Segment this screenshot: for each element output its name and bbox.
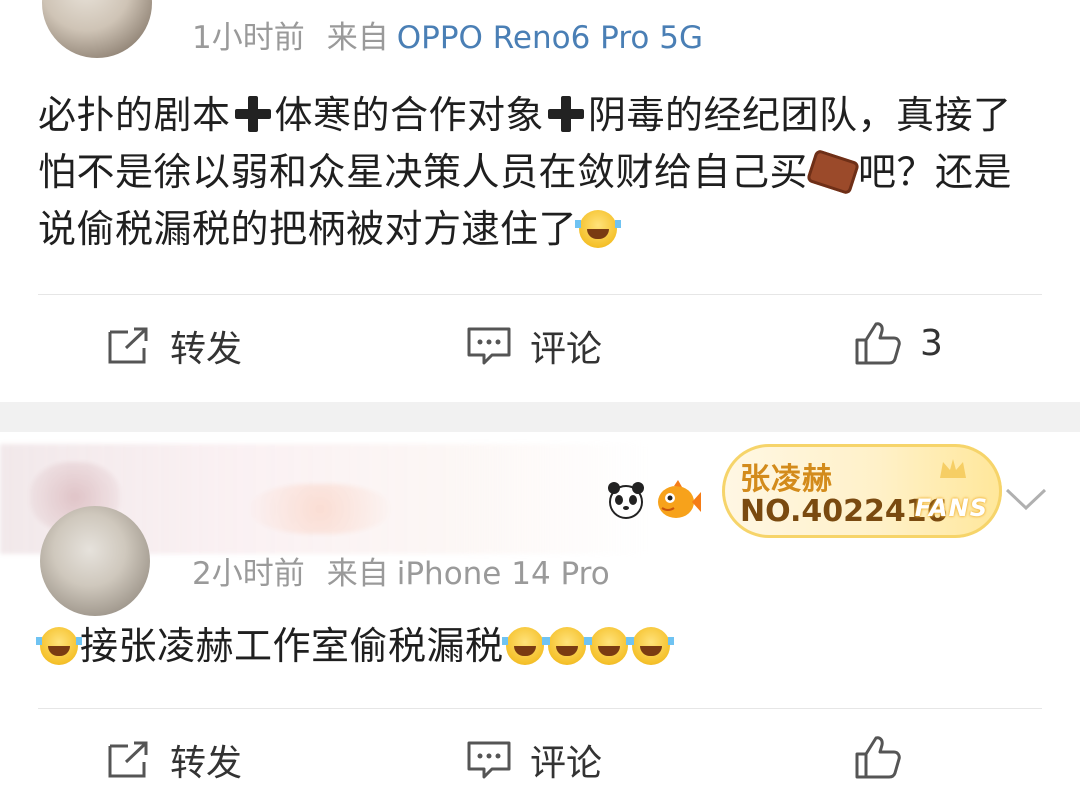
source-label: 来自 xyxy=(326,556,389,592)
comment-button[interactable]: 评论 xyxy=(466,734,602,786)
comment-text: 接张凌赫工作室偷税漏税 xyxy=(36,618,1050,675)
device-link[interactable]: OPPO Reno6 Pro 5G xyxy=(397,20,703,56)
comment-card: 张凌赫 NO.4022416 FANS 2小时前 来自 iPhone 14 Pro … xyxy=(0,432,1080,784)
plus-emoji-icon xyxy=(233,94,273,134)
like-count: 3 xyxy=(920,322,943,364)
laugh-emoji-icon xyxy=(501,626,548,665)
timestamp: 2小时前 xyxy=(192,556,305,592)
like-button[interactable] xyxy=(854,734,920,780)
comment-meta: 2小时前 来自 iPhone 14 Pro xyxy=(192,548,610,593)
comment-text-segment: 必扑的剧本 xyxy=(38,93,231,137)
comment-icon xyxy=(467,741,511,779)
laugh-emoji-icon xyxy=(585,626,632,665)
thumbs-up-icon xyxy=(855,322,901,365)
action-bar: 转发 评论 3 xyxy=(0,320,1080,380)
comment-label: 评论 xyxy=(530,743,603,784)
share-icon xyxy=(108,741,148,778)
fans-badge[interactable]: 张凌赫 NO.4022416 FANS xyxy=(722,444,1002,538)
action-bar: 转发 评论 xyxy=(0,734,1080,794)
repost-button[interactable]: 转发 xyxy=(106,734,242,786)
panda-badge-icon xyxy=(608,482,644,519)
chevron-down-icon[interactable] xyxy=(1004,486,1048,512)
crown-icon xyxy=(940,459,966,478)
separator xyxy=(0,402,1080,432)
timestamp: 1小时前 xyxy=(192,20,305,56)
comment-meta: 1小时前 来自 OPPO Reno6 Pro 5G xyxy=(192,12,703,57)
comment-text-segment: 接张凌赫工作室偷税漏税 xyxy=(80,624,504,668)
plus-emoji-icon xyxy=(546,94,586,134)
share-icon xyxy=(108,327,148,364)
fans-badge-name: 张凌赫 xyxy=(740,462,833,497)
comment-card: 1小时前 来自 OPPO Reno6 Pro 5G 必扑的剧本 体寒的合作对象 阴毒的经… xyxy=(0,0,1080,402)
comment-text-segment: 体寒的合作对象 xyxy=(274,93,545,137)
coffin-emoji-icon xyxy=(805,148,861,195)
comment-button[interactable]: 评论 xyxy=(466,320,602,372)
repost-button[interactable]: 转发 xyxy=(106,320,242,372)
avatar[interactable] xyxy=(40,506,150,616)
repost-label: 转发 xyxy=(170,743,243,784)
fish-badge-icon xyxy=(658,480,701,518)
thumbs-up-icon xyxy=(855,736,901,779)
avatar[interactable] xyxy=(42,0,152,58)
fans-badge-word: FANS xyxy=(914,494,988,522)
divider xyxy=(38,708,1042,709)
repost-label: 转发 xyxy=(170,329,243,370)
comment-icon xyxy=(467,327,511,365)
comment-text: 必扑的剧本 体寒的合作对象 阴毒的经纪团队，真接了怕不是徐以弱和众星决策人员在敛财给… xyxy=(38,87,1050,258)
like-button[interactable]: 3 xyxy=(854,320,943,366)
laugh-emoji-icon xyxy=(575,209,622,248)
laugh-emoji-icon xyxy=(627,626,674,665)
device-label: iPhone 14 Pro xyxy=(396,556,610,592)
laugh-emoji-icon xyxy=(36,626,82,665)
laugh-emoji-icon xyxy=(543,626,590,665)
comment-label: 评论 xyxy=(530,329,603,370)
divider xyxy=(38,294,1042,295)
source-label: 来自 xyxy=(326,20,389,56)
